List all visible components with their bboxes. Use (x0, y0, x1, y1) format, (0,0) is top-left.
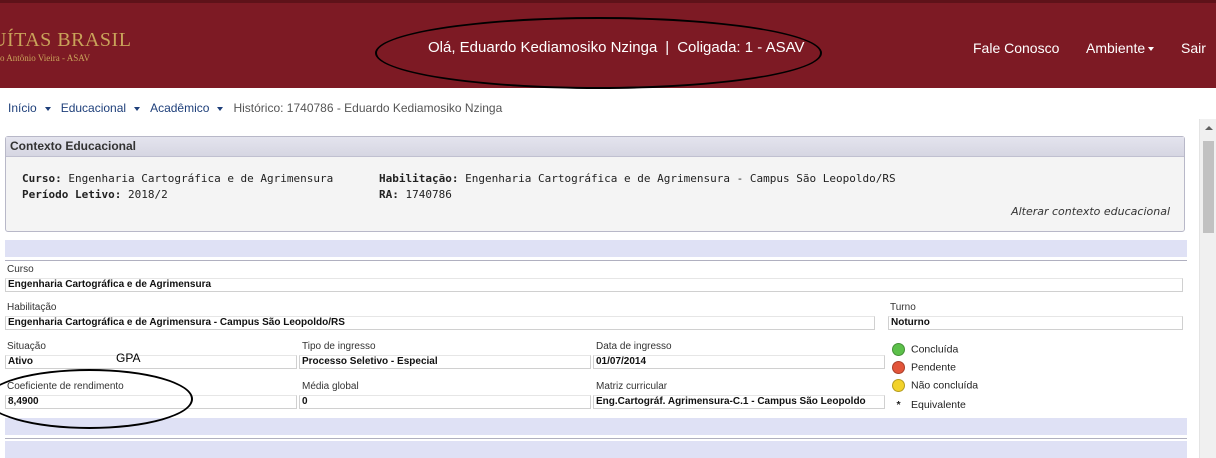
situacao-field: Ativo (5, 355, 297, 369)
tipo-ingresso-field: Processo Seletivo - Especial (299, 355, 591, 369)
vertical-scrollbar[interactable] (1199, 119, 1216, 458)
breadcrumb: Início Educacional Acadêmico Histórico: 174… (8, 101, 502, 115)
context-curso-value: Engenharia Cartográfica e de Agrimensura (68, 172, 334, 185)
chevron-down-icon[interactable] (217, 106, 224, 111)
red-status-icon (892, 361, 905, 374)
context-periodo-label: Período Letivo: (22, 188, 122, 201)
legend-concluida-label: Concluída (911, 343, 959, 356)
section-band-middle (5, 418, 1187, 435)
tipo-ingresso-label: Tipo de ingresso (302, 341, 376, 352)
breadcrumb-academico[interactable]: Acadêmico (150, 101, 209, 115)
media-global-field: 0 (299, 395, 591, 409)
context-ra: RA: 1740786 (379, 188, 452, 201)
yellow-status-icon (892, 379, 905, 392)
context-periodo: Período Letivo: 2018/2 (22, 188, 168, 201)
section-divider (5, 260, 1187, 261)
context-habilitacao: Habilitação: Engenharia Cartográfica e d… (379, 172, 896, 185)
legend-pendente: Pendente (892, 361, 956, 374)
matriz-label: Matriz curricular (596, 381, 668, 392)
breadcrumb-inicio[interactable]: Início (8, 101, 37, 115)
context-ra-value: 1740786 (405, 188, 452, 201)
change-context-link[interactable]: Alterar contexto educacional (1011, 205, 1170, 218)
habilitacao-label: Habilitação (7, 302, 57, 313)
section-band-bottom (5, 441, 1187, 458)
context-panel: Contexto Educacional Curso: Engenharia C… (5, 136, 1185, 232)
legend-equivalente: * Equivalente (892, 399, 966, 411)
legend-equivalente-label: Equivalente (911, 399, 966, 411)
green-status-icon (892, 343, 905, 356)
chevron-down-icon (1148, 47, 1155, 52)
breadcrumb-educacional[interactable]: Educacional (61, 101, 126, 115)
fale-conosco-link[interactable]: Fale Conosco (973, 40, 1059, 56)
context-curso-label: Curso: (22, 172, 62, 185)
section-divider-bottom (5, 438, 1187, 439)
matriz-field: Eng.Cartográf. Agrimensura-C.1 - Campus … (593, 395, 885, 409)
curso-label: Curso (7, 264, 34, 275)
context-panel-title: Contexto Educacional (6, 137, 1184, 157)
asterisk-icon: * (896, 399, 901, 411)
legend-nao-concluida: Não concluída (892, 379, 978, 392)
media-global-label: Média global (302, 381, 359, 392)
habilitacao-field: Engenharia Cartográfica e de Agrimensura… (5, 316, 875, 330)
ambiente-menu-label: Ambiente (1086, 40, 1146, 56)
gpa-annotation: GPA (116, 351, 141, 365)
scrollbar-thumb[interactable] (1203, 141, 1214, 233)
ambiente-menu[interactable]: Ambiente (1086, 40, 1155, 56)
logo-title: UÍTAS BRASIL (0, 29, 132, 51)
turno-label: Turno (890, 302, 916, 313)
legend-concluida: Concluída (892, 343, 958, 356)
scroll-up-arrow-icon[interactable] (1205, 126, 1213, 130)
turno-field: Noturno (888, 316, 1183, 330)
sair-link[interactable]: Sair (1181, 40, 1206, 56)
context-ra-label: RA: (379, 188, 399, 201)
section-band-top (5, 240, 1187, 257)
context-curso: Curso: Engenharia Cartográfica e de Agri… (22, 172, 333, 185)
annotation-ellipse-greeting (375, 17, 822, 89)
chevron-down-icon[interactable] (44, 106, 51, 111)
chevron-down-icon[interactable] (134, 106, 141, 111)
context-habilitacao-value: Engenharia Cartográfica e de Agrimensura… (465, 172, 896, 185)
legend-pendente-label: Pendente (911, 361, 956, 374)
logo-subtitle: ção Antônio Vieira - ASAV (0, 53, 91, 63)
legend-nao-concluida-label: Não concluída (911, 379, 979, 392)
context-habilitacao-label: Habilitação: (379, 172, 459, 185)
institution-logo[interactable]: UÍTAS BRASIL ção Antônio Vieira - ASAV (0, 29, 131, 63)
data-ingresso-field: 01/07/2014 (593, 355, 885, 369)
curso-field: Engenharia Cartográfica e de Agrimensura (5, 278, 1183, 292)
context-periodo-value: 2018/2 (127, 188, 168, 201)
situacao-label: Situação (7, 341, 46, 352)
data-ingresso-label: Data de ingresso (596, 341, 672, 352)
top-header: UÍTAS BRASIL ção Antônio Vieira - ASAV O… (0, 0, 1216, 89)
breadcrumb-current: Histórico: 1740786 - Eduardo Kediamosiko… (233, 101, 503, 115)
